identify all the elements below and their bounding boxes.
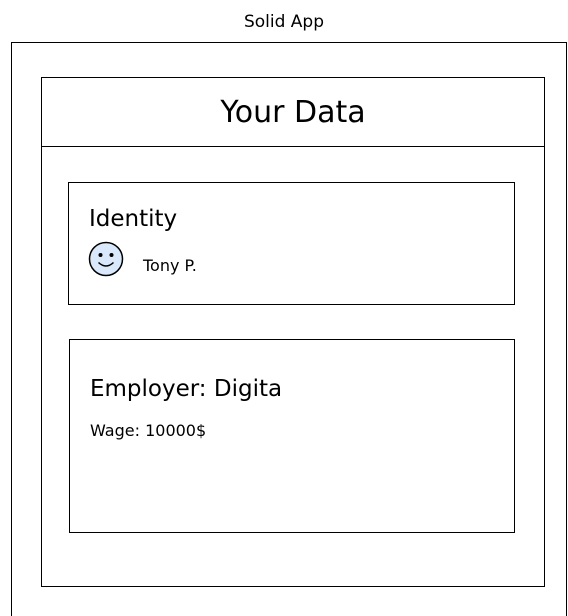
wage-text: Wage: 10000$ [90, 421, 207, 440]
identity-heading: Identity [89, 206, 178, 232]
app-title: Solid App [243, 12, 325, 32]
employer-heading: Employer: Digita [90, 376, 283, 402]
smiley-face-icon [88, 241, 124, 277]
user-name: Tony P. [143, 256, 197, 275]
employer-card: Employer: Digita Wage: 10000$ [69, 339, 515, 533]
your-data-title: Your Data [220, 95, 366, 130]
smiley-face-outline [88, 241, 124, 277]
your-data-header: Your Data [42, 78, 544, 147]
identity-card: Identity Tony P. [68, 182, 515, 305]
smiley-right-eye [109, 253, 114, 257]
smiley-left-eye [98, 253, 103, 257]
